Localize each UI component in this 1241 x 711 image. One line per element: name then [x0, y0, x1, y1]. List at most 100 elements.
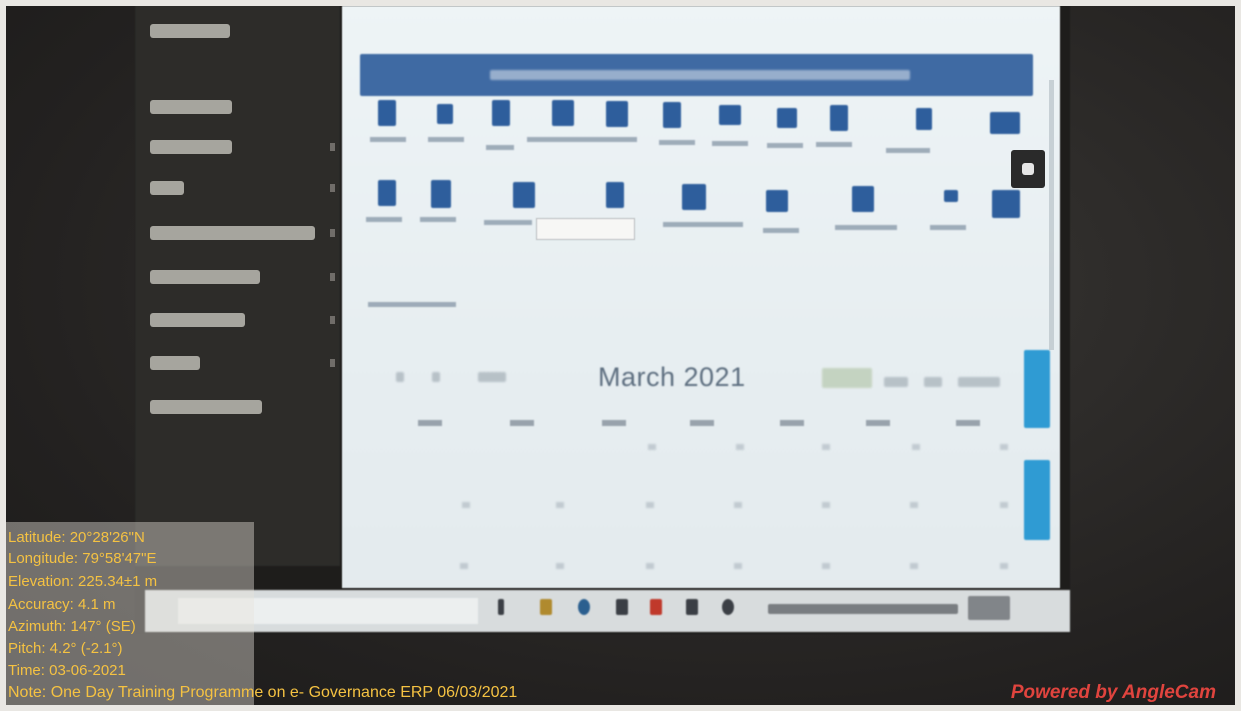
system-tray-icons: [768, 604, 958, 614]
weekday-header: [690, 420, 714, 426]
calendar-day[interactable]: [1000, 502, 1008, 508]
app-icon[interactable]: [722, 599, 734, 615]
module-icon: [719, 105, 741, 125]
sidebar-item: [150, 356, 200, 370]
module-label: [420, 217, 456, 222]
file-explorer-icon[interactable]: [540, 599, 552, 615]
chevron-right-icon: [330, 359, 335, 367]
mail-icon[interactable]: [616, 599, 628, 615]
chevron-right-icon: [330, 229, 335, 237]
calendar-month-title: March 2021: [598, 362, 746, 392]
today-button[interactable]: [478, 372, 506, 382]
next-button[interactable]: [432, 372, 440, 382]
module-icon: [992, 190, 1020, 218]
longitude-text: Longitude: 79°58'47"E: [8, 550, 157, 567]
module-icon: [682, 184, 706, 210]
erp-sidebar: [135, 4, 340, 566]
calendar-day[interactable]: [910, 502, 918, 508]
module-label: [527, 137, 637, 142]
module-label: [886, 148, 930, 153]
module-icon: [944, 190, 958, 202]
weekday-header: [956, 420, 980, 426]
module-label: [767, 143, 803, 148]
module-label: [484, 220, 532, 225]
calendar-day[interactable]: [736, 444, 744, 450]
module-icon: [552, 100, 574, 126]
module-icon: [431, 180, 451, 208]
module-icon: [378, 100, 396, 126]
time-text: Time: 03-06-2021: [8, 662, 126, 679]
calendar-day[interactable]: [462, 502, 470, 508]
agenda-view-button[interactable]: [958, 377, 1000, 387]
tooltip-blurred: [536, 218, 635, 240]
section-label: [368, 302, 456, 307]
module-label: [763, 228, 799, 233]
calendar-day[interactable]: [646, 563, 654, 569]
chat-icon: [1022, 163, 1034, 175]
sidebar-item: [150, 100, 232, 114]
weekday-header: [602, 420, 626, 426]
calendar-day[interactable]: [912, 444, 920, 450]
sidebar-item: [150, 400, 262, 414]
sidebar-item: [150, 181, 184, 195]
sidebar-item: [150, 24, 230, 38]
accuracy-text: Accuracy: 4.1 m: [8, 596, 116, 613]
module-icon: [990, 112, 1020, 134]
module-icon: [777, 108, 797, 128]
module-icon: [852, 186, 874, 212]
module-icon: [492, 100, 510, 126]
latitude-text: Latitude: 20°28'26"N: [8, 529, 145, 546]
calendar-day[interactable]: [734, 563, 742, 569]
banner-text-blurred: [490, 70, 910, 80]
week-view-button[interactable]: [884, 377, 908, 387]
sidebar-item: [150, 226, 315, 240]
module-label: [370, 137, 406, 142]
office-app-icon[interactable]: [650, 599, 662, 615]
weekday-header: [510, 420, 534, 426]
calendar-day[interactable]: [556, 563, 564, 569]
month-view-button[interactable]: [822, 368, 872, 388]
module-icon: [663, 102, 681, 128]
calendar-day[interactable]: [1000, 563, 1008, 569]
calendar-day[interactable]: [556, 502, 564, 508]
note-text: Note: One Day Training Programme on e- G…: [8, 684, 518, 701]
task-view-icon[interactable]: [498, 599, 504, 615]
side-tab-lower[interactable]: [1024, 460, 1050, 540]
sidebar-item: [150, 140, 232, 154]
calendar-day[interactable]: [822, 502, 830, 508]
module-label: [366, 217, 402, 222]
calendar-day[interactable]: [822, 563, 830, 569]
app-icon[interactable]: [686, 599, 698, 615]
module-label: [663, 222, 743, 227]
prev-button[interactable]: [396, 372, 404, 382]
azimuth-text: Azimuth: 147° (SE): [8, 618, 136, 635]
module-label: [486, 145, 514, 150]
calendar-day[interactable]: [734, 502, 742, 508]
module-label: [930, 225, 966, 230]
chevron-right-icon: [330, 316, 335, 324]
module-icon: [513, 182, 535, 208]
edge-browser-icon[interactable]: [578, 599, 590, 615]
day-view-button[interactable]: [924, 377, 942, 387]
module-icon: [437, 104, 453, 124]
module-icon: [606, 101, 628, 127]
calendar-day[interactable]: [1000, 444, 1008, 450]
taskbar-clock: [968, 596, 1010, 620]
calendar-day[interactable]: [648, 444, 656, 450]
chevron-right-icon: [330, 273, 335, 281]
content-scrollbar[interactable]: [1049, 80, 1054, 350]
pitch-text: Pitch: 4.2° (-2.1°): [8, 640, 123, 657]
calendar-day[interactable]: [646, 502, 654, 508]
module-icon: [766, 190, 788, 212]
side-tab-upper[interactable]: [1024, 350, 1050, 428]
calendar-day[interactable]: [910, 563, 918, 569]
weekday-header: [866, 420, 890, 426]
sidebar-item: [150, 313, 245, 327]
calendar-day[interactable]: [822, 444, 830, 450]
calendar-day[interactable]: [460, 563, 468, 569]
chevron-right-icon: [330, 143, 335, 151]
module-icon: [830, 105, 848, 131]
module-icon: [916, 108, 932, 130]
module-label: [712, 141, 748, 146]
module-icon: [378, 180, 396, 206]
